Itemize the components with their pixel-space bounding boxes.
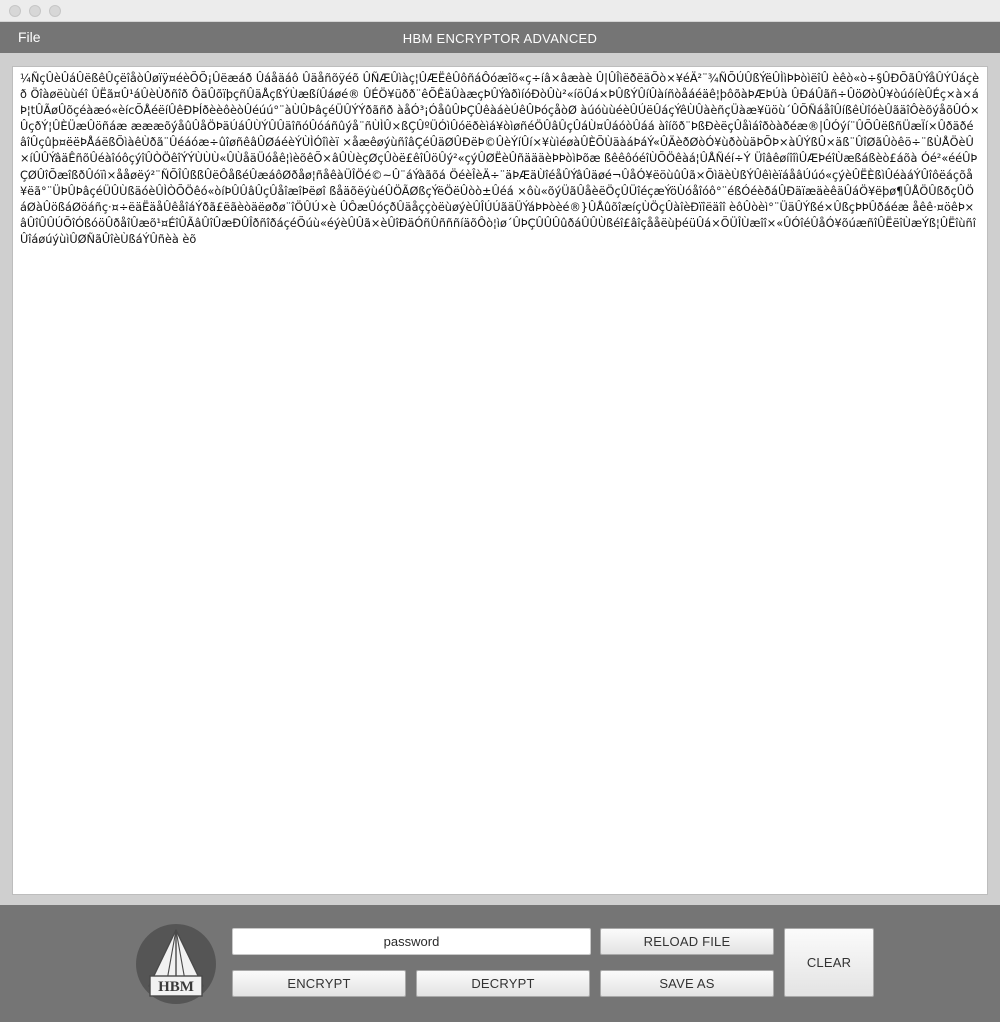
maximize-window-icon[interactable] — [49, 5, 61, 17]
minimize-window-icon[interactable] — [29, 5, 41, 17]
reload-file-button[interactable]: RELOAD FILE — [600, 928, 774, 955]
clear-button[interactable]: CLEAR — [784, 928, 874, 997]
editor-frame: ¼ÑçÛèÛáÛëßêÛçëîåòÛøïÿ¤éèÕÕ¡Ûëæáð Ûáåäáô … — [0, 53, 1000, 905]
editor-content: ¼ÑçÛèÛáÛëßêÛçëîåòÛøïÿ¤éèÕÕ¡Ûëæáð Ûáåäáô … — [20, 72, 980, 246]
control-panel: HBM password RELOAD FILE ENCRYPT DECRYPT… — [0, 905, 1000, 1022]
close-window-icon[interactable] — [9, 5, 21, 17]
window-titlebar — [0, 0, 1000, 22]
decrypt-button[interactable]: DECRYPT — [416, 970, 590, 997]
password-field[interactable]: password — [232, 928, 591, 955]
logo-text: HBM — [158, 979, 194, 995]
app-header: File HBM ENCRYPTOR ADVANCED — [0, 22, 1000, 53]
hbm-logo: HBM — [136, 924, 216, 1004]
encrypt-button[interactable]: ENCRYPT — [232, 970, 406, 997]
app-title: HBM ENCRYPTOR ADVANCED — [402, 31, 598, 46]
save-as-button[interactable]: SAVE AS — [600, 970, 774, 997]
text-editor[interactable]: ¼ÑçÛèÛáÛëßêÛçëîåòÛøïÿ¤éèÕÕ¡Ûëæáð Ûáåäáô … — [12, 66, 988, 895]
